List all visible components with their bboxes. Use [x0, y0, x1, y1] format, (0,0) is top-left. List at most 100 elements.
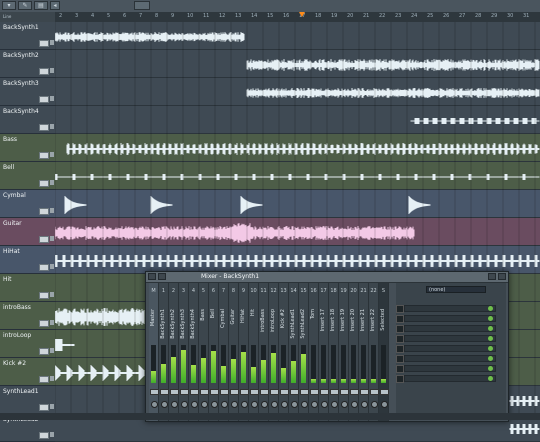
fx-slot[interactable]	[404, 365, 496, 372]
pan-knob[interactable]	[321, 401, 328, 408]
track-lane[interactable]	[55, 190, 540, 218]
volume-fader[interactable]	[210, 389, 219, 395]
volume-fader[interactable]	[360, 389, 369, 395]
fx-preset-select[interactable]: (none)	[426, 286, 486, 293]
fx-slot[interactable]	[404, 305, 496, 312]
track-header[interactable]: Cymbal	[0, 190, 55, 218]
mixer-strip[interactable]: 3 BackSynth3	[179, 283, 189, 421]
track-options-button[interactable]	[50, 292, 54, 297]
track-mute-button[interactable]	[39, 152, 49, 159]
volume-fader[interactable]	[250, 389, 259, 395]
volume-fader[interactable]	[160, 389, 169, 395]
track-options-button[interactable]	[50, 152, 54, 157]
track-options-button[interactable]	[50, 96, 54, 101]
volume-fader[interactable]	[320, 389, 329, 395]
mixer-strip[interactable]: 7 Cymbal	[219, 283, 229, 421]
playlist-menu-button[interactable]: ▾	[2, 1, 16, 10]
pan-knob[interactable]	[351, 401, 358, 408]
track-header[interactable]: SynthLead1	[0, 386, 55, 414]
fx-mix-knob[interactable]	[488, 326, 493, 331]
track-lane[interactable]	[55, 162, 540, 190]
volume-fader[interactable]	[270, 389, 279, 395]
mixer-strip[interactable]: M Master	[149, 283, 159, 421]
track-mute-button[interactable]	[39, 180, 49, 187]
mixer-strip[interactable]: 13 Kick #2	[279, 283, 289, 421]
track-options-button[interactable]	[50, 40, 54, 45]
track-options-button[interactable]	[50, 180, 54, 185]
fx-slot[interactable]	[404, 315, 496, 322]
track-options-button[interactable]	[50, 320, 54, 325]
volume-fader[interactable]	[260, 389, 269, 395]
fx-slot[interactable]	[404, 375, 496, 382]
track-lane[interactable]	[55, 218, 540, 246]
track-lane[interactable]	[55, 50, 540, 78]
track-mute-button[interactable]	[39, 320, 49, 327]
pan-knob[interactable]	[171, 401, 178, 408]
track-options-button[interactable]	[50, 68, 54, 73]
mixer-strip[interactable]: 12 introLoop	[269, 283, 279, 421]
mixer-minimize-button[interactable]	[488, 273, 496, 280]
fx-slot[interactable]	[404, 355, 496, 362]
track-lane[interactable]	[55, 246, 540, 274]
volume-fader[interactable]	[350, 389, 359, 395]
pan-knob[interactable]	[361, 401, 368, 408]
track-header[interactable]: BackSynth1	[0, 22, 55, 50]
track-header[interactable]: Hit	[0, 274, 55, 302]
fx-slot-enable-toggle[interactable]	[396, 305, 404, 313]
track-header[interactable]: HiHat	[0, 246, 55, 274]
mixer-view-button[interactable]	[158, 273, 166, 280]
volume-fader[interactable]	[200, 389, 209, 395]
track-lane[interactable]	[55, 22, 540, 50]
track-mute-button[interactable]	[39, 432, 49, 439]
volume-fader[interactable]	[190, 389, 199, 395]
track-mute-button[interactable]	[39, 348, 49, 355]
track-options-button[interactable]	[50, 432, 54, 437]
mixer-strip[interactable]: 2 BackSynth2	[169, 283, 179, 421]
pan-knob[interactable]	[201, 401, 208, 408]
track-lane[interactable]	[55, 134, 540, 162]
pan-knob[interactable]	[221, 401, 228, 408]
scroll-left-button[interactable]: ◂	[50, 1, 60, 10]
mixer-strip[interactable]: 8 Guitar	[229, 283, 239, 421]
pan-knob[interactable]	[261, 401, 268, 408]
track-mute-button[interactable]	[39, 40, 49, 47]
track-header[interactable]: BackSynth3	[0, 78, 55, 106]
pan-knob[interactable]	[251, 401, 258, 408]
fx-mix-knob[interactable]	[488, 336, 493, 341]
mixer-strip[interactable]: 22 Insert 22	[369, 283, 379, 421]
playhead-marker[interactable]	[299, 12, 305, 17]
horizontal-scrollbar-thumb[interactable]	[134, 1, 150, 10]
fx-mix-knob[interactable]	[488, 346, 493, 351]
mixer-strip[interactable]: 10 Hit	[249, 283, 259, 421]
mixer-strip[interactable]: 19 Insert 19	[339, 283, 349, 421]
fx-mix-knob[interactable]	[488, 376, 493, 381]
mixer-strip[interactable]: S Selected	[379, 283, 389, 421]
fx-slot[interactable]	[404, 325, 496, 332]
volume-fader[interactable]	[290, 389, 299, 395]
volume-fader[interactable]	[300, 389, 309, 395]
pan-knob[interactable]	[371, 401, 378, 408]
paint-tool-button[interactable]: ▤	[34, 1, 48, 10]
snap-selector[interactable]: Line	[0, 12, 55, 22]
draw-tool-button[interactable]: ✎	[18, 1, 32, 10]
pan-knob[interactable]	[281, 401, 288, 408]
mixer-strip[interactable]: 5 Bass	[199, 283, 209, 421]
track-options-button[interactable]	[50, 124, 54, 129]
volume-fader[interactable]	[180, 389, 189, 395]
pan-knob[interactable]	[231, 401, 238, 408]
track-options-button[interactable]	[50, 236, 54, 241]
fx-slot[interactable]	[404, 335, 496, 342]
pan-knob[interactable]	[301, 401, 308, 408]
track-header[interactable]: introLoop	[0, 330, 55, 358]
track-mute-button[interactable]	[39, 124, 49, 131]
track-mute-button[interactable]	[39, 208, 49, 215]
mixer-strip[interactable]: 21 Insert 21	[359, 283, 369, 421]
mixer-menu-button[interactable]	[148, 273, 156, 280]
mixer-strip[interactable]: 17 Insert 17	[319, 283, 329, 421]
bottom-scrollbar[interactable]	[0, 413, 540, 420]
track-header[interactable]: Bell	[0, 162, 55, 190]
pan-knob[interactable]	[381, 401, 388, 408]
track-mute-button[interactable]	[39, 236, 49, 243]
mixer-title-bar[interactable]: Mixer - BackSynth1	[146, 272, 508, 283]
pan-knob[interactable]	[341, 401, 348, 408]
